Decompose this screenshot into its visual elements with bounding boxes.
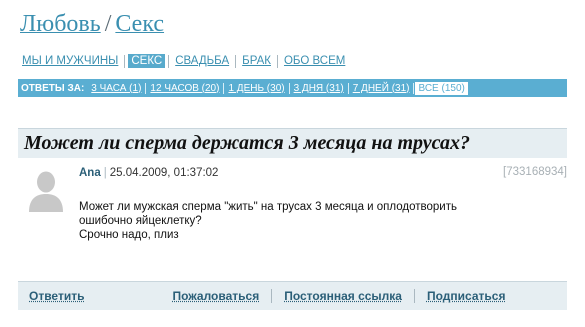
bar-divider [413,82,415,94]
question-body-line: Срочно надо, плиз [79,229,179,241]
nav-divider [235,54,237,68]
subscribe-link[interactable]: Подписаться [427,289,505,303]
user-silhouette-icon [29,171,63,212]
reply-link[interactable]: Ответить [29,289,84,303]
question-date: 25.04.2009, 01:37:02 [109,167,219,179]
actions-divider [271,289,273,303]
breadcrumb-section-link[interactable]: Любовь [20,11,101,37]
bar-divider [347,82,349,94]
period-all[interactable]: ВСЕ (150) [415,81,468,95]
question-body-line: Может ли мужская сперма "жить" на трусах… [79,201,457,213]
period-7-days[interactable]: 7 ДНЕЙ (31) [350,83,413,94]
category-svadba[interactable]: свадьба [172,55,232,67]
question-id: [733168934] [503,166,567,178]
meta-divider: | [103,167,107,179]
period-3-days[interactable]: 3 ДНЯ (31) [291,83,347,94]
breadcrumb-subsection-link[interactable]: Секс [115,11,164,37]
question-title: Может ли сперма держатся 3 месяца на тру… [24,132,470,154]
period-1-day[interactable]: 1 ДЕНЬ (30) [225,83,287,94]
nav-divider [124,54,126,68]
breadcrumb-separator: / [104,11,112,37]
category-nav: мы и мужчины секс свадьба брак обо всем [20,54,348,68]
answers-period-label: ОТВЕТЫ ЗА: [21,82,85,94]
period-12-hours[interactable]: 12 ЧАСОВ (20) [147,83,222,94]
question-meta: Ana | 25.04.2009, 01:37:02 [79,167,218,179]
question-actions: Ответить Пожаловаться Постоянная ссылка … [18,281,567,310]
question-body: Может ли мужская сперма "жить" на трусах… [79,200,459,242]
question-header: Может ли сперма держатся 3 месяца на тру… [18,128,567,158]
permalink-link[interactable]: Постоянная ссылка [284,289,402,303]
breadcrumb: Любовь / Секс [20,11,164,38]
bar-divider [288,82,290,94]
actions-divider [413,289,415,303]
nav-divider [168,54,170,68]
category-brak[interactable]: брак [239,55,274,67]
report-link[interactable]: Пожаловаться [172,289,259,303]
author-name[interactable]: Ana [79,167,101,179]
category-obo-vsem[interactable]: обо всем [281,55,348,67]
bar-divider [145,82,147,94]
period-3-hours[interactable]: 3 ЧАСА (1) [88,83,144,94]
bar-divider [223,82,225,94]
question-body-line: ошибочно яйцеклетку? [79,215,202,227]
nav-divider [276,54,278,68]
answers-period-bar: ОТВЕТЫ ЗА: 3 ЧАСА (1) 12 ЧАСОВ (20) 1 ДЕ… [18,79,567,97]
category-seks[interactable]: секс [128,54,166,68]
category-my-i-muzhchiny[interactable]: мы и мужчины [20,55,121,67]
